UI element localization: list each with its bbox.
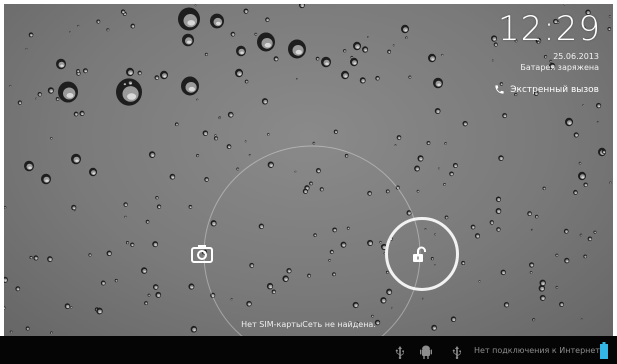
android-debug-icon [420, 344, 432, 363]
lockscreen: 12:29 25.06.2013 Батарея заряжена Экстре… [0, 0, 617, 364]
battery-icon [600, 342, 608, 359]
carrier-status-text: Нет SIM-картыСеть не найдена. [241, 320, 376, 329]
usb-icon [452, 344, 462, 363]
system-bar: Нет подключения к Интернету [0, 336, 617, 364]
unlocked-padlock-icon [410, 246, 428, 264]
unlock-ring [203, 145, 421, 363]
network-status-text: Нет подключения к Интернету [474, 346, 605, 355]
usb-icon [395, 344, 405, 363]
camera-icon[interactable] [191, 243, 213, 263]
